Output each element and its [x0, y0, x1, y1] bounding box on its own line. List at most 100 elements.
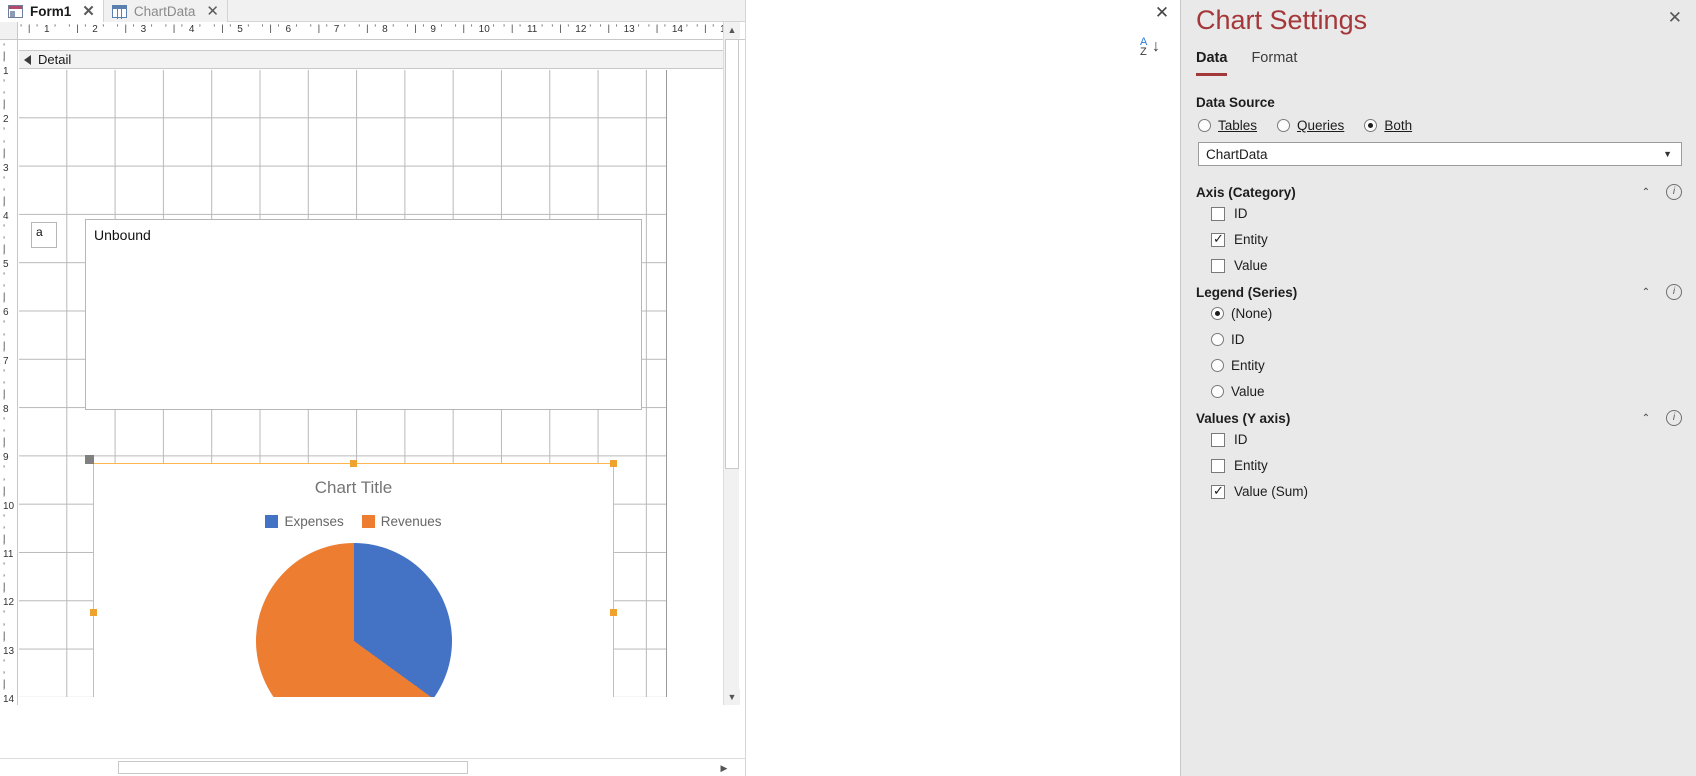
values-yaxis-heading: Values (Y axis) [1196, 410, 1291, 426]
radio-tables[interactable]: Tables [1198, 118, 1257, 133]
scroll-right-icon[interactable]: ▶ [717, 761, 731, 775]
sort-z-glyph: Z [1140, 46, 1147, 58]
checkbox-label: ID [1234, 432, 1248, 447]
checkbox-indicator [1211, 258, 1225, 273]
chevron-up-icon[interactable]: ⌃ [1638, 184, 1654, 200]
document-tab-strip: Form1 ✕ ChartData ✕ [0, 0, 745, 22]
close-icon[interactable]: ✕ [1668, 9, 1682, 26]
ruler-tick-group: ’ |’ 3’ [116, 23, 153, 35]
checkbox-axis-value[interactable]: Value [1211, 258, 1696, 273]
unbound-textbox[interactable]: Unbound [85, 219, 642, 410]
ruler-tick-group: ’ |’ 8’ [358, 23, 395, 35]
ruler-tick-group: ’ |’ 11’ [502, 23, 543, 35]
radio-queries[interactable]: Queries [1277, 118, 1344, 133]
ruler-tick-group: ’ |’ 4’ [164, 23, 201, 35]
tab-data[interactable]: Data [1196, 50, 1228, 76]
axis-category-list: ID Entity Value [1181, 206, 1696, 273]
checkbox-label: Entity [1234, 232, 1268, 247]
radio-label: Queries [1297, 118, 1345, 133]
vertical-scrollbar[interactable]: ▲ ▼ [723, 22, 740, 705]
checkbox-indicator [1211, 458, 1225, 473]
chart-settings-tabs: Data Format [1196, 50, 1297, 76]
radio-indicator [1277, 119, 1291, 132]
radio-label: (None) [1231, 306, 1273, 321]
radio-both[interactable]: Both [1364, 118, 1412, 133]
checkbox-values-entity[interactable]: Entity [1211, 458, 1696, 473]
property-sheet-pane: Property Sheet ✕ Selection type: Chart A… [745, 0, 1696, 776]
radio-legend-id[interactable]: ID [1211, 332, 1696, 347]
selection-handle-topright[interactable] [610, 460, 617, 467]
horizontal-scrollbar[interactable]: ▶ [0, 758, 745, 776]
detail-section-bar[interactable]: Detail [19, 50, 734, 69]
radio-legend-entity[interactable]: Entity [1211, 358, 1696, 373]
chevron-up-icon[interactable]: ⌃ [1638, 284, 1654, 300]
checkbox-label: Value [1234, 258, 1268, 273]
label-control-a[interactable]: a [31, 222, 57, 248]
scrollbar-thumb[interactable] [725, 39, 739, 469]
checkbox-indicator [1211, 432, 1225, 447]
legend-series-list: (None) ID Entity Value [1211, 306, 1696, 399]
radio-label: Entity [1231, 358, 1265, 373]
horizontal-ruler: ’ |’ 1’ ’ |’ 2’ ’ |’ 3’ ’ |’ 4’ ’ |’ 5’ ’ |’ 6’ ’ |’ 7’ ’ |’ 8’… [0, 22, 745, 40]
selection-handle-move[interactable] [85, 455, 94, 464]
ruler-tick-group: ’|’14’ [3, 669, 15, 705]
form-design-pane: Form1 ✕ ChartData ✕ ’ |’ 1’ ’ |’ 2’ ’ |’ 3’ ’ |’ 4’… [0, 0, 745, 776]
ruler-tick-group: ’ |’ 6’ [3, 283, 9, 330]
sort-az-icon[interactable]: A Z ↓ [1138, 37, 1168, 64]
selection-handle-right[interactable] [610, 609, 617, 616]
selection-handle-left[interactable] [90, 609, 97, 616]
scroll-up-icon[interactable]: ▲ [724, 22, 740, 38]
close-icon[interactable]: ✕ [1151, 2, 1173, 22]
ruler-tick-group: ’ |’ 9’ [406, 23, 443, 35]
radio-legend-none[interactable]: (None) [1211, 306, 1696, 321]
checkbox-indicator [1211, 231, 1225, 247]
legend-label: Expenses [284, 514, 344, 529]
info-icon[interactable]: i [1666, 284, 1682, 300]
data-source-heading: Data Source [1196, 95, 1275, 110]
checkbox-values-id[interactable]: ID [1211, 432, 1696, 447]
chart-control[interactable]: Chart Title Expenses Revenues [85, 455, 617, 697]
document-tab-form1[interactable]: Form1 ✕ [0, 0, 104, 22]
chart-settings-title: Chart Settings [1196, 5, 1368, 35]
vertical-ruler: ’ |’ 1’ ’ |’ 2’’ |’ 3’’ |’ 4’ ’ |’ 5’’ |’ 6’’ |’ 7’ ’ |’ 8’… [0, 40, 18, 705]
ruler-tick-group: ’ |’ 1’ [3, 42, 9, 88]
legend-item-revenues: Revenues [361, 514, 442, 529]
data-source-select[interactable]: ChartData ▼ [1198, 142, 1682, 166]
design-canvas[interactable]: a Unbound Chart Title Expenses Revenues [19, 70, 667, 697]
close-icon[interactable]: ✕ [78, 4, 95, 19]
radio-indicator [1211, 385, 1224, 398]
checkbox-axis-id[interactable]: ID [1211, 206, 1696, 221]
selection-handle-top[interactable] [350, 460, 357, 467]
chart-settings-body: Data Source Tables Queries Both ChartDat… [1181, 95, 1696, 510]
ruler-tick-group: ’ |’ 4’ [3, 186, 9, 233]
pie-chart-area [94, 543, 613, 697]
ruler-tick-group: ’ |’ 9’ [3, 428, 9, 475]
radio-label: Tables [1218, 118, 1258, 133]
chevron-down-icon[interactable]: ▼ [1663, 149, 1681, 159]
radio-indicator [1198, 119, 1211, 132]
checkbox-values-value-sum[interactable]: Value (Sum) [1211, 483, 1696, 499]
checkbox-axis-entity[interactable]: Entity [1211, 231, 1696, 247]
ruler-tick-group: ’|’14’ [647, 23, 688, 35]
scrollbar-thumb[interactable] [118, 761, 468, 774]
legend-swatch [361, 515, 375, 528]
document-tab-chartdata[interactable]: ChartData ✕ [103, 0, 228, 22]
info-icon[interactable]: i [1666, 184, 1682, 200]
checkbox-indicator [1211, 483, 1225, 499]
axis-category-section-header: Axis (Category) ⌃ i [1181, 184, 1696, 200]
tab-format[interactable]: Format [1251, 50, 1297, 76]
ruler-tick-group: ’ |’ 7’ [3, 331, 9, 378]
ruler-tick-group: ’ |’ 5’ [3, 235, 9, 282]
scroll-down-icon[interactable]: ▼ [724, 689, 740, 705]
info-icon[interactable]: i [1666, 410, 1682, 426]
ruler-tick-group: ’ |’ 2’ [68, 23, 105, 35]
chart-settings-pane: Chart Settings ✕ Data Format Data Source… [1180, 0, 1696, 776]
close-icon[interactable]: ✕ [202, 4, 219, 19]
ruler-tick-group: ’ |’ 2’ [3, 90, 9, 137]
ruler-tick-group: ’ |’ 13’ [3, 621, 15, 668]
document-tab-label: Form1 [30, 3, 72, 19]
ruler-tick-group: ’ |’ 12’ [3, 573, 15, 620]
radio-legend-value[interactable]: Value [1211, 384, 1696, 399]
chevron-up-icon[interactable]: ⌃ [1638, 410, 1654, 426]
document-tab-label: ChartData [133, 3, 196, 19]
